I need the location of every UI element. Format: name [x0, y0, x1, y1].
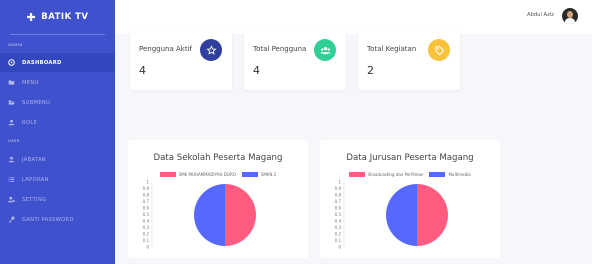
avatar-face — [567, 11, 573, 18]
sidebar-item-dashboard[interactable]: DASHBOARD — [0, 53, 115, 72]
stat-value: 2 — [367, 64, 374, 77]
y-tick-label: 0.7 — [143, 199, 150, 204]
sidebar: ✚ BATIK TV ADMIN DASHBOARD MENU SUBMENU … — [0, 0, 115, 264]
chart-title: Data Jurusan Peserta Magang — [346, 153, 474, 163]
user-name[interactable]: Abdul Aziz — [527, 12, 554, 18]
y-tick-label: 0.9 — [335, 186, 342, 191]
tag-icon — [428, 39, 450, 61]
stat-value: 4 — [253, 64, 260, 77]
avatar[interactable] — [562, 8, 578, 24]
y-tick-label: 0.3 — [335, 225, 342, 230]
stat-label: Total Kegiatan — [367, 45, 417, 53]
sidebar-item-label: ROLE — [22, 119, 38, 126]
y-tick-label: 0.8 — [335, 192, 342, 197]
pie-slice[interactable] — [194, 184, 225, 246]
pie-slice[interactable] — [225, 184, 256, 246]
legend-swatch — [159, 172, 176, 177]
stat-value: 4 — [139, 64, 146, 77]
star-icon — [200, 39, 222, 61]
sidebar-item-label: SUBMENU — [22, 99, 51, 106]
sidebar-item-role[interactable]: ROLE — [0, 113, 115, 132]
sidebar-item-label: MENU — [22, 79, 39, 86]
legend-item[interactable]: SMKN 2 — [241, 172, 277, 177]
sidebar-item-jabatan[interactable]: JABATAN — [0, 150, 115, 169]
y-tick-label: 1 — [146, 180, 149, 184]
y-tick-label: 0.5 — [143, 212, 150, 217]
y-tick-label: 0.1 — [335, 238, 342, 243]
pie-chart-jurusan: 1 0.90.8 0.70.6 0.50.4 0.30.2 0.10 — [335, 180, 448, 249]
chart-legend: Broadcasting dan Perfilman Multimedia — [320, 172, 500, 177]
sidebar-item-menu[interactable]: MENU — [0, 73, 115, 92]
legend-swatch — [429, 172, 446, 177]
sidebar-section-admin: ADMIN — [8, 43, 23, 47]
legend-item[interactable]: Multimedia — [429, 172, 471, 177]
stat-card-total-pengguna: Total Pengguna 4 — [244, 28, 346, 90]
legend-item[interactable]: Broadcasting dan Perfilman — [349, 172, 423, 177]
users-icon — [314, 39, 336, 61]
chart-card-sekolah: Data Sekolah Peserta Magang SMK MUHAMMAD… — [128, 140, 308, 258]
y-tick-label: 1 — [338, 180, 341, 184]
chart-card-jurusan: Data Jurusan Peserta Magang Broadcasting… — [320, 140, 500, 258]
y-tick-label: 0.2 — [335, 231, 342, 236]
legend-label: SMK MUHAMMADIYAH DORO — [178, 172, 236, 177]
pie-slice[interactable] — [417, 184, 448, 246]
sidebar-item-laporan[interactable]: LAPORAN — [0, 170, 115, 189]
y-tick-label: 0.4 — [143, 218, 150, 223]
user-icon — [8, 156, 15, 163]
user-cog-icon — [8, 196, 15, 203]
y-tick-label: 0 — [146, 244, 149, 249]
y-tick-label: 0.3 — [143, 225, 150, 230]
legend-label: SMKN 2 — [260, 172, 277, 177]
plus-icon: ✚ — [26, 10, 37, 24]
y-tick-label: 0.7 — [335, 199, 342, 204]
folder-icon — [8, 79, 15, 86]
y-tick-label: 0.2 — [143, 231, 150, 236]
legend-label: Multimedia — [448, 172, 471, 177]
y-tick-label: 0 — [338, 244, 341, 249]
brand-logo[interactable]: ✚ BATIK TV — [0, 0, 115, 34]
sidebar-divider — [10, 34, 105, 35]
y-tick-label: 0.6 — [335, 205, 342, 210]
legend-label: Broadcasting dan Perfilman — [368, 172, 424, 177]
stat-label: Total Pengguna — [253, 45, 307, 53]
sidebar-item-submenu[interactable]: SUBMENU — [0, 93, 115, 112]
y-tick-label: 0.1 — [143, 238, 150, 243]
folder-open-icon — [8, 99, 15, 106]
sidebar-item-label: SETTING — [22, 196, 47, 203]
y-tick-label: 0.4 — [335, 218, 342, 223]
sidebar-item-label: GANTI PASSWORD — [22, 216, 74, 223]
pie-chart-sekolah: 1 0.90.8 0.70.6 0.50.4 0.30.2 0.10 — [143, 180, 256, 249]
y-tick-label: 0.6 — [143, 205, 150, 210]
list-icon — [8, 176, 15, 183]
dashboard-icon — [8, 59, 15, 66]
legend-swatch — [349, 172, 366, 177]
pie-slice[interactable] — [386, 184, 417, 246]
sidebar-item-label: JABATAN — [22, 156, 46, 163]
avatar-body — [565, 18, 575, 24]
brand-name: BATIK TV — [41, 12, 89, 22]
legend-swatch — [241, 172, 258, 177]
user-icon — [8, 119, 15, 126]
y-tick-label: 0.9 — [143, 186, 150, 191]
sidebar-section-user: USER — [8, 139, 20, 143]
chart-title: Data Sekolah Peserta Magang — [153, 153, 283, 163]
stat-card-pengguna-aktif: Pengguna Aktif 4 — [130, 28, 232, 90]
legend-item[interactable]: SMK MUHAMMADIYAH DORO — [159, 172, 236, 177]
stat-label: Pengguna Aktif — [139, 45, 192, 53]
y-tick-label: 0.5 — [335, 212, 342, 217]
y-tick-label: 0.8 — [143, 192, 150, 197]
key-icon — [8, 216, 15, 223]
sidebar-item-ganti-password[interactable]: GANTI PASSWORD — [0, 210, 115, 229]
sidebar-item-label: LAPORAN — [22, 176, 49, 183]
chart-legend: SMK MUHAMMADIYAH DORO SMKN 2 — [128, 172, 308, 177]
sidebar-item-setting[interactable]: SETTING — [0, 190, 115, 209]
sidebar-item-label: DASHBOARD — [22, 59, 62, 66]
stat-card-total-kegiatan: Total Kegiatan 2 — [358, 28, 460, 90]
